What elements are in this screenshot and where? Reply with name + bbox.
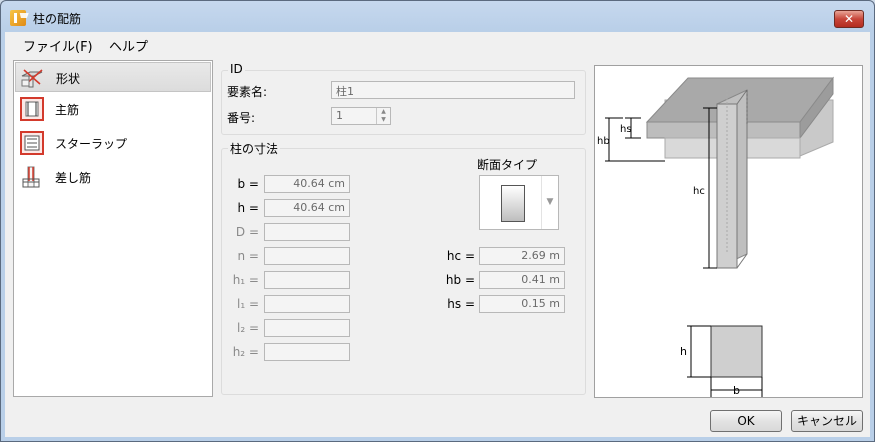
dim-label-h1: h₁ = <box>232 273 259 287</box>
height-label-hs: hs = <box>447 297 475 311</box>
height-field-hs[interactable]: 0.15 m <box>479 295 565 313</box>
dim-label-n: n = <box>237 249 259 263</box>
element-name-field[interactable]: 柱1 <box>331 81 575 99</box>
window-title: 柱の配筋 <box>33 12 82 26</box>
cancel-button[interactable]: キャンセル <box>791 410 863 432</box>
label-hs: hs <box>620 124 632 135</box>
element-name-label: 要素名: <box>227 85 268 99</box>
nav-item-shape[interactable]: 形状 <box>15 62 211 92</box>
number-label: 番号: <box>227 111 256 125</box>
rectangle-section-icon <box>501 185 525 222</box>
nav-item-stirrup[interactable]: スターラップ <box>15 128 211 158</box>
dowel-icon <box>22 166 40 188</box>
label-h: h <box>680 345 687 358</box>
height-field-hb[interactable]: 0.41 m <box>479 271 565 289</box>
number-value: 1 <box>336 109 343 122</box>
title-bar[interactable]: 柱の配筋 ✕ <box>1 1 874 33</box>
dim-label-l2: l₂ = <box>236 321 259 335</box>
dim-field-h1[interactable] <box>264 271 350 289</box>
dim-label-d: D = <box>235 225 259 239</box>
nav-item-main-rebar[interactable]: 主筋 <box>15 94 211 124</box>
height-label-hc: hc = <box>446 249 475 263</box>
nav-label-dowel: 差し筋 <box>55 171 92 185</box>
dim-label-h: h = <box>237 201 259 215</box>
menu-file[interactable]: ファイル(F) <box>23 36 93 55</box>
number-stepper[interactable]: 1 ▲ ▼ <box>331 107 391 125</box>
spin-up-icon[interactable]: ▲ <box>377 108 390 116</box>
number-spin[interactable]: ▲ ▼ <box>376 108 390 124</box>
section-type-select[interactable]: ▼ <box>479 175 559 230</box>
label-hb: hb <box>597 136 610 147</box>
nav-label-main-rebar: 主筋 <box>55 103 80 117</box>
section-type-label: 断面タイプ <box>477 158 538 172</box>
dim-field-b[interactable]: 40.64 cm <box>264 175 350 193</box>
ok-button[interactable]: OK <box>710 410 782 432</box>
column-diagram: hs hb hc h b <box>597 76 834 397</box>
dims-group-title: 柱の寸法 <box>228 140 281 157</box>
dim-label-b: b = <box>237 177 260 191</box>
nav-panel: 形状 主筋 スターラップ 差し筋 <box>13 60 213 397</box>
label-b: b <box>733 384 740 397</box>
label-hc: hc <box>693 186 705 197</box>
column-preview: hs hb hc h b <box>594 65 863 398</box>
dim-field-l2[interactable] <box>264 319 350 337</box>
id-group-title: ID <box>228 62 245 76</box>
dim-field-h2[interactable] <box>264 343 350 361</box>
dim-field-l1[interactable] <box>264 295 350 313</box>
dim-field-h[interactable]: 40.64 cm <box>264 199 350 217</box>
chevron-down-icon[interactable]: ▼ <box>541 176 558 229</box>
dialog-client: ファイル(F) ヘルプ 形状 主筋 スターラップ 差し筋 ID 要素名: 柱1 … <box>5 32 870 437</box>
dim-field-n[interactable] <box>264 247 350 265</box>
app-icon <box>10 10 26 26</box>
shape-icon <box>21 69 43 88</box>
close-button[interactable]: ✕ <box>834 10 864 28</box>
menu-help[interactable]: ヘルプ <box>109 36 148 55</box>
dialog-window: 柱の配筋 ✕ ファイル(F) ヘルプ 形状 主筋 スターラップ 差し筋 ID 要… <box>0 0 875 442</box>
main-rebar-icon <box>20 97 44 121</box>
dim-field-d[interactable] <box>264 223 350 241</box>
nav-label-shape: 形状 <box>56 72 81 86</box>
id-group: ID <box>221 62 586 135</box>
spin-down-icon[interactable]: ▼ <box>377 116 390 124</box>
dim-label-h2: h₂ = <box>232 345 259 359</box>
stirrup-icon <box>20 131 44 155</box>
dim-label-l1: l₁ = <box>236 297 259 311</box>
height-field-hc[interactable]: 2.69 m <box>479 247 565 265</box>
nav-item-dowel[interactable]: 差し筋 <box>15 162 211 192</box>
nav-label-stirrup: スターラップ <box>55 137 128 151</box>
menu-bar: ファイル(F) ヘルプ <box>5 32 870 56</box>
height-label-hb: hb = <box>445 273 475 287</box>
